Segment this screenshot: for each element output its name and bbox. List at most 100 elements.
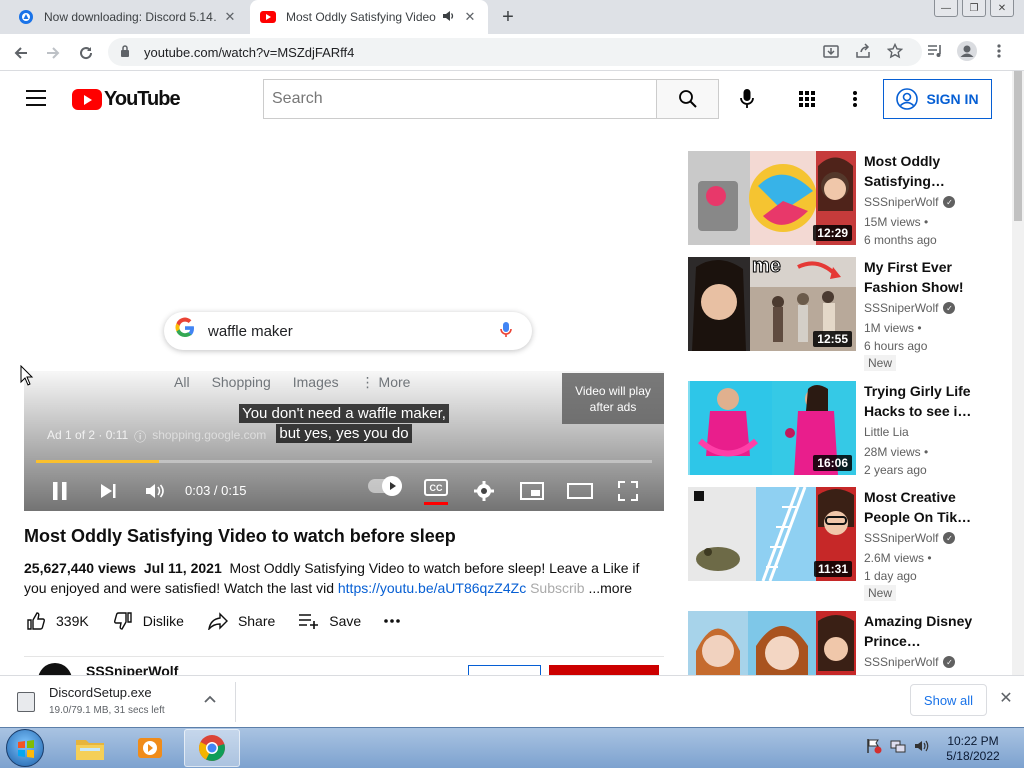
taskbar-chrome[interactable]	[184, 729, 240, 767]
info-icon[interactable]: ⓘ	[134, 428, 146, 445]
close-shelf-icon[interactable]: ✕	[996, 688, 1016, 708]
related-title[interactable]: Trying Girly Life Hacks to see i…	[864, 381, 1002, 421]
install-icon[interactable]	[818, 38, 844, 64]
related-meta: 28M views • 2 years ago	[864, 445, 929, 477]
video-thumbnail[interactable]: 11:31	[688, 487, 856, 581]
related-video-item[interactable]: Amazing Disney Prince… SSSniperWolf ✓	[688, 611, 1008, 675]
pause-icon[interactable]	[45, 476, 75, 506]
fullscreen-icon[interactable]	[613, 476, 643, 506]
youtube-logo[interactable]: YouTube	[72, 88, 181, 111]
miniplayer-icon[interactable]	[517, 476, 547, 506]
time-display: 0:03 / 0:15	[185, 483, 247, 498]
related-video-item[interactable]: 16:06 Trying Girly Life Hacks to see i… …	[688, 381, 1008, 477]
reload-button[interactable]	[73, 40, 99, 66]
like-count: 339K	[56, 613, 89, 629]
restore-button[interactable]: ❐	[962, 0, 986, 17]
sign-in-label: SIGN IN	[926, 91, 979, 107]
related-channel[interactable]: SSSniperWolf ✓	[864, 531, 956, 545]
apps-grid-icon[interactable]	[795, 87, 819, 111]
new-tab-button[interactable]: +	[497, 6, 519, 28]
related-channel[interactable]: SSSniperWolf ✓	[864, 301, 956, 315]
network-icon[interactable]	[890, 738, 906, 757]
related-title[interactable]: Most Creative People On Tik…	[864, 487, 1002, 527]
search-icon	[678, 90, 697, 108]
video-thumbnail[interactable]: me 12:55	[688, 257, 856, 351]
address-bar[interactable]: youtube.com/watch?v=MSZdjFARff4	[108, 38, 922, 66]
minimize-button[interactable]: —	[934, 0, 958, 17]
bookmark-star-icon[interactable]	[882, 38, 908, 64]
tab-youtube[interactable]: Most Oddly Satisfying Video ✕	[250, 0, 488, 34]
back-button[interactable]	[8, 40, 34, 66]
related-channel[interactable]: SSSniperWolf ✓	[864, 655, 956, 669]
chevron-up-icon[interactable]	[204, 692, 216, 706]
video-thumbnail[interactable]: 12:29	[688, 151, 856, 245]
forward-button[interactable]	[40, 40, 66, 66]
subtitles-active-indicator	[424, 502, 448, 505]
related-video-item[interactable]: me 12:55 My First Ever Fashion Show! SSS…	[688, 257, 1008, 371]
theater-mode-icon[interactable]	[565, 476, 595, 506]
menu-icon[interactable]	[26, 90, 46, 106]
video-thumbnail[interactable]	[688, 611, 856, 675]
video-duration: 11:31	[813, 561, 852, 577]
google-search-bar-in-video: waffle maker	[164, 312, 532, 350]
share-icon[interactable]	[850, 38, 876, 64]
search-button[interactable]	[656, 79, 719, 119]
settings-gear-icon[interactable]	[469, 476, 499, 506]
related-title[interactable]: Amazing Disney Prince…	[864, 611, 1002, 651]
sign-in-button[interactable]: SIGN IN	[883, 79, 992, 119]
settings-more-icon[interactable]	[843, 87, 867, 111]
discord-download-icon	[18, 9, 34, 25]
related-channel[interactable]: SSSniperWolf ✓	[864, 195, 956, 209]
taskbar-media-player[interactable]	[122, 729, 178, 767]
close-tab-icon[interactable]: ✕	[462, 9, 478, 25]
speaker-volume-icon[interactable]	[914, 738, 930, 757]
save-button[interactable]: Save	[297, 609, 361, 633]
page-scrollbar[interactable]	[1012, 71, 1024, 675]
show-all-button[interactable]: Show all	[910, 684, 987, 716]
related-video-item[interactable]: 12:29 Most Oddly Satisfying… SSSniperWol…	[688, 151, 1008, 247]
action-center-flag-icon[interactable]	[866, 738, 882, 757]
scrollbar-thumb[interactable]	[1014, 71, 1022, 221]
search-box[interactable]	[263, 79, 656, 119]
video-thumbnail[interactable]: 16:06	[688, 381, 856, 475]
related-title[interactable]: My First Ever Fashion Show!	[864, 257, 1002, 297]
video-description[interactable]: 25,627,440 views Jul 11, 2021 Most Oddly…	[24, 558, 644, 598]
like-button[interactable]: 339K	[24, 609, 89, 633]
taskbar-clock[interactable]: 10:22 PM 5/18/2022	[940, 734, 1006, 764]
next-icon[interactable]	[93, 476, 123, 506]
related-channel[interactable]: Little Lia	[864, 425, 909, 439]
related-title[interactable]: Most Oddly Satisfying…	[864, 151, 1002, 191]
dislike-button[interactable]: Dislike	[111, 609, 184, 633]
google-tab: Shopping	[211, 374, 271, 390]
download-item[interactable]: DiscordSetup.exe 19.0/79.1 MB, 31 secs l…	[14, 682, 236, 722]
more-actions-button[interactable]	[383, 619, 401, 623]
progress-bar[interactable]	[36, 460, 652, 463]
channel-row: SSSniperWolf	[24, 656, 664, 676]
start-button[interactable]	[6, 729, 44, 767]
lock-icon[interactable]	[120, 44, 134, 60]
show-more-link[interactable]: ...more	[588, 580, 632, 596]
subtitles-icon[interactable]: CC	[424, 479, 448, 496]
media-controls-icon[interactable]	[922, 38, 948, 64]
tab-downloading[interactable]: Now downloading: Discord 5.14… ✕	[8, 0, 248, 34]
volume-icon[interactable]	[140, 476, 170, 506]
account-icon	[896, 88, 919, 110]
search-input[interactable]	[272, 90, 656, 108]
autoplay-toggle[interactable]	[368, 476, 402, 496]
downloads-shelf: DiscordSetup.exe 19.0/79.1 MB, 31 secs l…	[0, 675, 1024, 727]
close-window-button[interactable]: ✕	[990, 0, 1014, 17]
chrome-menu-icon[interactable]	[986, 38, 1012, 64]
google-tab: All	[174, 374, 190, 390]
related-video-item[interactable]: 11:31 Most Creative People On Tik… SSSni…	[688, 487, 1008, 601]
voice-search-icon[interactable]	[735, 87, 759, 111]
new-badge: New	[864, 355, 897, 371]
view-count: 25,627,440 views	[24, 560, 137, 576]
speaker-icon[interactable]	[442, 10, 456, 25]
close-tab-icon[interactable]: ✕	[222, 9, 238, 25]
taskbar-explorer[interactable]	[62, 729, 118, 767]
share-button[interactable]: Share	[206, 609, 275, 633]
ad-site-link[interactable]: shopping.google.com	[152, 428, 266, 445]
profile-avatar-icon[interactable]	[954, 38, 980, 64]
description-link[interactable]: https://youtu.be/aUT86qzZ4Zc	[338, 580, 526, 596]
video-player[interactable]: waffle maker All Shopping Images ⋮ More …	[24, 151, 664, 511]
